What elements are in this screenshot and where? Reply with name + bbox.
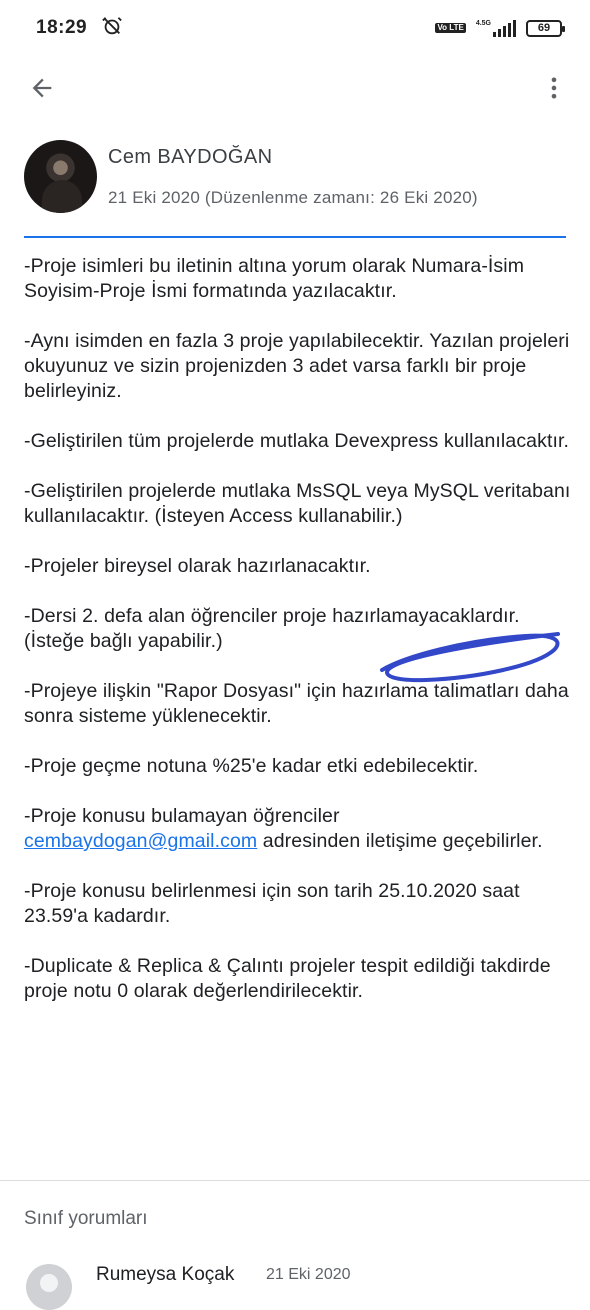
comment-date: 21 Eki 2020: [266, 1266, 351, 1283]
comment-item[interactable]: Rumeysa Koçak 21 Eki 2020: [24, 1258, 566, 1310]
post-paragraph: -Proje geçme notuna %25'e kadar etki ede…: [24, 755, 479, 777]
plagiarism-paragraph: -Duplicate & Replica & Çalıntı projeler …: [24, 955, 551, 1002]
class-comments-title[interactable]: Sınıf yorumları: [24, 1208, 148, 1230]
comment-author: Rumeysa Koçak: [96, 1264, 235, 1285]
author-name: Cem BAYDOĞAN: [108, 146, 273, 168]
status-right: Vo LTE 4.5G 69: [435, 19, 565, 37]
post-paragraph: -Projeye ilişkin "Rapor Dosyası" için ha…: [24, 680, 569, 727]
post-paragraph: -Geliştirilen projelerde mutlaka MsSQL v…: [24, 480, 571, 527]
comments-divider: [0, 1180, 590, 1181]
post-paragraph: -Proje isimleri bu iletinin altına yorum…: [24, 255, 525, 302]
more-options-button[interactable]: [536, 70, 572, 106]
more-vert-icon: [551, 77, 557, 99]
signal-icon: 4.5G: [476, 19, 516, 37]
comment-avatar: [26, 1264, 72, 1310]
avatar[interactable]: [24, 140, 97, 213]
battery-icon: 69: [526, 19, 565, 37]
network-type: 4.5G: [475, 20, 491, 27]
clock: 18:29: [36, 17, 88, 38]
post-date: 21 Eki 2020 (Düzenlenme zamanı: 26 Eki 2…: [108, 188, 478, 207]
volte-icon: Vo LTE: [435, 23, 466, 33]
post-paragraph: -Dersi 2. defa alan öğrenciler proje haz…: [24, 605, 520, 652]
status-left: 18:29: [36, 15, 123, 42]
alarm-off-icon: [101, 15, 123, 42]
email-link[interactable]: cembaydogan@gmail.com: [24, 830, 257, 852]
post-body: -Proje isimleri bu iletinin altına yorum…: [24, 254, 572, 1004]
contact-prefix: -Proje konusu bulamayan öğrenciler: [24, 805, 340, 827]
post-paragraph: -Aynı isimden en fazla 3 proje yapılabil…: [24, 330, 570, 402]
header-divider: [24, 236, 566, 238]
post-header: Cem BAYDOĞAN 21 Eki 2020 (Düzenlenme zam…: [24, 140, 568, 220]
contact-paragraph: -Proje konusu bulamayan öğrenciler cemba…: [24, 804, 572, 854]
status-bar: 18:29 Vo LTE 4.5G 69: [0, 0, 590, 56]
contact-suffix: adresinden iletişime geçebilirler.: [262, 830, 543, 852]
app-bar: [0, 60, 590, 116]
back-button[interactable]: [24, 70, 60, 106]
post-paragraph: -Geliştirilen tüm projelerde mutlaka Dev…: [24, 430, 570, 452]
deadline-paragraph: -Proje konusu belirlenmesi için son tari…: [24, 880, 520, 927]
arrow-back-icon: [32, 78, 52, 98]
post-paragraph: -Projeler bireysel olarak hazırlanacaktı…: [24, 555, 371, 577]
